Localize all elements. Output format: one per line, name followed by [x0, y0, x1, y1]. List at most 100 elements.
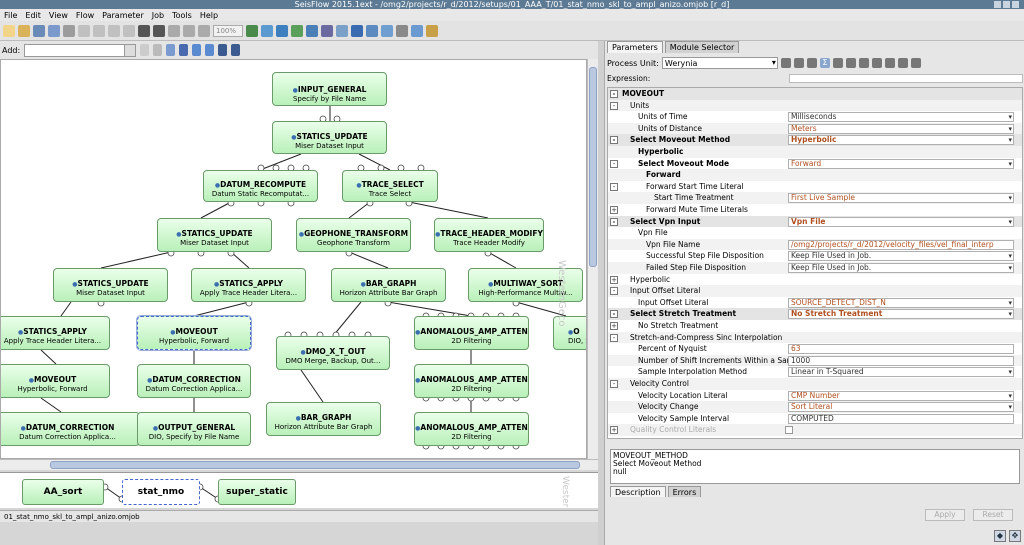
- find-icon[interactable]: [138, 24, 150, 37]
- apply-button[interactable]: Apply: [925, 509, 965, 521]
- globe-submit-icon[interactable]: [306, 24, 318, 37]
- param-row[interactable]: Percent of Nyquist 63: [608, 343, 1022, 355]
- param-value-select[interactable]: No Stretch Treatment: [788, 309, 1014, 320]
- tab-parameters[interactable]: Parameters: [607, 41, 663, 53]
- param-value-select[interactable]: Keep File Used in Job.: [788, 263, 1014, 273]
- tab-module-selector[interactable]: Module Selector: [664, 41, 740, 53]
- collapse-icon[interactable]: -: [610, 90, 618, 98]
- param-row[interactable]: Number of Shift Increments Within a Samp…: [608, 354, 1022, 367]
- settings-icon[interactable]: [396, 24, 408, 37]
- collapse-icon[interactable]: -: [610, 136, 618, 145]
- text-icon[interactable]: [140, 44, 150, 56]
- menu-help[interactable]: Help: [200, 11, 218, 20]
- param-row[interactable]: Successful Step File Disposition Keep Fil…: [608, 250, 1022, 262]
- param-row[interactable]: + No Stretch Treatment: [608, 320, 1022, 332]
- param-checkbox[interactable]: [785, 426, 793, 435]
- font-icon[interactable]: [153, 44, 163, 56]
- collapse-icon[interactable]: -: [610, 101, 618, 110]
- bookmark-icon[interactable]: [910, 58, 921, 68]
- maximize-icon[interactable]: [1003, 1, 1010, 8]
- canvas-vertical-scrollbar[interactable]: [587, 59, 598, 459]
- sigma-icon[interactable]: Σ: [819, 58, 830, 68]
- param-row[interactable]: Sample Interpolation Method Linear in T-S…: [608, 366, 1022, 378]
- horizontal-scroll-thumb[interactable]: [50, 461, 580, 469]
- param-value-select[interactable]: Milliseconds: [788, 112, 1014, 123]
- param-value-input[interactable]: /omg2/projects/r_d/2012/velocity_files/v…: [788, 239, 1014, 250]
- param-row[interactable]: - MOVEOUT: [608, 88, 1022, 100]
- vertical-scroll-thumb[interactable]: [589, 67, 597, 267]
- menu-job[interactable]: Job: [152, 11, 164, 20]
- help-icon[interactable]: [793, 58, 804, 68]
- param-row[interactable]: - Units: [608, 99, 1022, 112]
- reset-button[interactable]: Reset: [973, 509, 1013, 521]
- new-icon[interactable]: [3, 24, 15, 37]
- paste-icon[interactable]: [108, 24, 120, 37]
- param-row[interactable]: Units of Distance Meters: [608, 122, 1022, 135]
- param-row[interactable]: Velocity Change Sort Literal: [608, 401, 1022, 413]
- node-bar-graph-2[interactable]: BAR_GRAPHHorizon Attribute Bar Graph: [266, 402, 381, 436]
- menu-file[interactable]: File: [4, 11, 17, 20]
- tab-description[interactable]: Description: [610, 486, 666, 497]
- menu-parameter[interactable]: Parameter: [102, 11, 144, 20]
- export-icon[interactable]: [426, 24, 438, 37]
- font-color-icon[interactable]: [166, 44, 176, 56]
- expand-icon[interactable]: +: [610, 426, 618, 435]
- node-anomalous-amp-atten-3[interactable]: ANOMALOUS_AMP_ATTEN2D Filtering: [414, 412, 529, 446]
- node-bar-graph-1[interactable]: BAR_GRAPHHorizon Attribute Bar Graph: [331, 268, 446, 302]
- collapse-icon[interactable]: -: [610, 182, 618, 191]
- node-trace-select[interactable]: TRACE_SELECTTrace Select: [342, 170, 438, 202]
- expand-icon[interactable]: +: [610, 206, 618, 214]
- globe-icon[interactable]: [276, 24, 288, 37]
- param-value-select[interactable]: Vpn File: [788, 216, 1014, 227]
- param-value-select[interactable]: CMP Number: [788, 390, 1014, 401]
- move-icon[interactable]: ✥: [1009, 530, 1021, 542]
- node-moveout-2[interactable]: MOVEOUTHyperbolic, Forward: [1, 364, 110, 398]
- menu-view[interactable]: View: [49, 11, 68, 20]
- chart-icon[interactable]: [351, 24, 363, 37]
- copy-icon[interactable]: [93, 24, 105, 37]
- menu-tools[interactable]: Tools: [172, 11, 192, 20]
- add-module-select[interactable]: [24, 43, 137, 57]
- save-icon[interactable]: [33, 24, 45, 37]
- monitor-icon[interactable]: [381, 24, 393, 37]
- collapse-icon[interactable]: -: [610, 333, 618, 342]
- node-output-general[interactable]: OUTPUT_GENERALDIO, Specify by File Name: [137, 412, 251, 446]
- expand-icon[interactable]: +: [610, 322, 618, 330]
- expand-icon[interactable]: +: [610, 275, 618, 284]
- canvas-horizontal-scrollbar[interactable]: [0, 459, 598, 470]
- param-value-input[interactable]: 63: [788, 344, 1014, 355]
- minimize-icon[interactable]: [994, 1, 1001, 8]
- param-value-select[interactable]: Forward: [788, 158, 1014, 169]
- param-row[interactable]: Input Offset Literal SOURCE_DETECT_DIST_N: [608, 297, 1022, 309]
- print-icon[interactable]: [63, 24, 75, 37]
- param-row[interactable]: - Select Vpn Input Vpn File: [608, 215, 1022, 228]
- job-aa-sort[interactable]: AA_sort: [22, 479, 104, 505]
- tools-icon[interactable]: [897, 58, 908, 68]
- param-value-input[interactable]: 1000: [788, 355, 1014, 366]
- param-row[interactable]: Vpn File: [608, 227, 1022, 239]
- tab-errors[interactable]: Errors: [667, 486, 702, 497]
- node-trace-header-modify[interactable]: TRACE_HEADER_MODIFYTrace Header Modify: [434, 218, 544, 252]
- param-row[interactable]: Hyperbolic: [608, 146, 1022, 158]
- param-row[interactable]: Failed Step File Disposition Keep File Us…: [608, 262, 1022, 274]
- ellipse-icon[interactable]: [205, 44, 215, 56]
- job-super-static[interactable]: super_static: [218, 479, 296, 505]
- node-statics-apply-1[interactable]: STATICS_APPLYApply Trace Header Litera..…: [191, 268, 306, 302]
- zoom-combo[interactable]: 100%: [213, 24, 243, 37]
- param-row[interactable]: Vpn File Name/omg2/projects/r_d/2012/vel…: [608, 238, 1022, 251]
- window-icon[interactable]: [411, 24, 423, 37]
- submit-icon[interactable]: [261, 24, 273, 37]
- save-params-icon[interactable]: [884, 58, 895, 68]
- menu-edit[interactable]: Edit: [25, 11, 41, 20]
- zoom-out-icon[interactable]: [183, 24, 195, 37]
- node-datum-correction-2[interactable]: DATUM_CORRECTIONDatum Correction Applica…: [1, 412, 140, 446]
- param-value-input[interactable]: COMPUTED: [788, 413, 1014, 424]
- param-row[interactable]: - Select Stretch Treatment No Stretch Trea…: [608, 308, 1022, 320]
- node-datum-recompute[interactable]: DATUM_RECOMPUTEDatum Static Recomputat..…: [203, 170, 318, 202]
- param-row[interactable]: Velocity Location Literal CMP Number: [608, 390, 1022, 402]
- forward-icon[interactable]: [806, 58, 817, 68]
- param-row[interactable]: - Forward Start Time Literal: [608, 181, 1022, 193]
- job-stat-nmo[interactable]: stat_nmo: [122, 479, 200, 505]
- expression-input[interactable]: [789, 74, 1023, 83]
- node-moveout-selected[interactable]: MOVEOUTHyperbolic, Forward: [137, 316, 251, 350]
